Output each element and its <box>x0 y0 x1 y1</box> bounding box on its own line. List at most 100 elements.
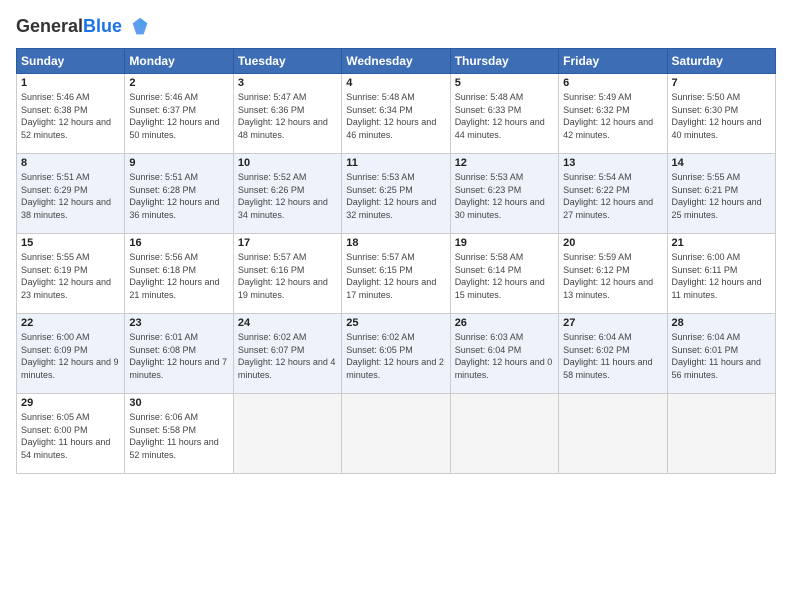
calendar-cell: 2 Sunrise: 5:46 AMSunset: 6:37 PMDayligh… <box>125 74 233 154</box>
day-number: 14 <box>672 157 771 169</box>
day-number: 21 <box>672 237 771 249</box>
day-info: Sunrise: 5:57 AMSunset: 6:15 PMDaylight:… <box>346 252 436 300</box>
calendar-cell: 10 Sunrise: 5:52 AMSunset: 6:26 PMDaylig… <box>233 154 341 234</box>
day-info: Sunrise: 5:50 AMSunset: 6:30 PMDaylight:… <box>672 92 762 140</box>
calendar-cell: 24 Sunrise: 6:02 AMSunset: 6:07 PMDaylig… <box>233 314 341 394</box>
calendar-cell: 26 Sunrise: 6:03 AMSunset: 6:04 PMDaylig… <box>450 314 558 394</box>
day-info: Sunrise: 5:49 AMSunset: 6:32 PMDaylight:… <box>563 92 653 140</box>
day-number: 16 <box>129 237 228 249</box>
calendar-body: 1 Sunrise: 5:46 AMSunset: 6:38 PMDayligh… <box>17 74 776 474</box>
calendar-table: SundayMondayTuesdayWednesdayThursdayFrid… <box>16 48 776 474</box>
day-info: Sunrise: 5:53 AMSunset: 6:25 PMDaylight:… <box>346 172 436 220</box>
calendar-cell: 28 Sunrise: 6:04 AMSunset: 6:01 PMDaylig… <box>667 314 775 394</box>
day-info: Sunrise: 6:02 AMSunset: 6:07 PMDaylight:… <box>238 332 336 380</box>
logo: GeneralBlue <box>16 16 151 38</box>
page-container: GeneralBlue SundayMondayTuesdayWednesday… <box>0 0 792 612</box>
day-number: 11 <box>346 157 445 169</box>
day-info: Sunrise: 6:02 AMSunset: 6:05 PMDaylight:… <box>346 332 444 380</box>
day-info: Sunrise: 5:57 AMSunset: 6:16 PMDaylight:… <box>238 252 328 300</box>
calendar-cell: 6 Sunrise: 5:49 AMSunset: 6:32 PMDayligh… <box>559 74 667 154</box>
day-number: 30 <box>129 397 228 409</box>
logo-general: General <box>16 16 83 36</box>
calendar-cell: 22 Sunrise: 6:00 AMSunset: 6:09 PMDaylig… <box>17 314 125 394</box>
day-info: Sunrise: 5:53 AMSunset: 6:23 PMDaylight:… <box>455 172 545 220</box>
day-info: Sunrise: 6:00 AMSunset: 6:11 PMDaylight:… <box>672 252 762 300</box>
calendar-cell: 9 Sunrise: 5:51 AMSunset: 6:28 PMDayligh… <box>125 154 233 234</box>
day-info: Sunrise: 5:55 AMSunset: 6:19 PMDaylight:… <box>21 252 111 300</box>
day-info: Sunrise: 5:48 AMSunset: 6:33 PMDaylight:… <box>455 92 545 140</box>
day-number: 1 <box>21 77 120 89</box>
calendar-cell: 30 Sunrise: 6:06 AMSunset: 5:58 PMDaylig… <box>125 394 233 474</box>
day-number: 17 <box>238 237 337 249</box>
weekday-sunday: Sunday <box>17 49 125 74</box>
calendar-cell: 7 Sunrise: 5:50 AMSunset: 6:30 PMDayligh… <box>667 74 775 154</box>
day-number: 23 <box>129 317 228 329</box>
calendar-cell: 21 Sunrise: 6:00 AMSunset: 6:11 PMDaylig… <box>667 234 775 314</box>
day-number: 8 <box>21 157 120 169</box>
week-row-1: 1 Sunrise: 5:46 AMSunset: 6:38 PMDayligh… <box>17 74 776 154</box>
day-number: 20 <box>563 237 662 249</box>
calendar-cell: 18 Sunrise: 5:57 AMSunset: 6:15 PMDaylig… <box>342 234 450 314</box>
calendar-cell <box>342 394 450 474</box>
header: GeneralBlue <box>16 16 776 38</box>
week-row-4: 22 Sunrise: 6:00 AMSunset: 6:09 PMDaylig… <box>17 314 776 394</box>
day-info: Sunrise: 5:48 AMSunset: 6:34 PMDaylight:… <box>346 92 436 140</box>
day-number: 9 <box>129 157 228 169</box>
calendar-cell: 23 Sunrise: 6:01 AMSunset: 6:08 PMDaylig… <box>125 314 233 394</box>
day-number: 2 <box>129 77 228 89</box>
day-info: Sunrise: 6:01 AMSunset: 6:08 PMDaylight:… <box>129 332 227 380</box>
week-row-2: 8 Sunrise: 5:51 AMSunset: 6:29 PMDayligh… <box>17 154 776 234</box>
calendar-cell: 11 Sunrise: 5:53 AMSunset: 6:25 PMDaylig… <box>342 154 450 234</box>
week-row-5: 29 Sunrise: 6:05 AMSunset: 6:00 PMDaylig… <box>17 394 776 474</box>
week-row-3: 15 Sunrise: 5:55 AMSunset: 6:19 PMDaylig… <box>17 234 776 314</box>
weekday-header-row: SundayMondayTuesdayWednesdayThursdayFrid… <box>17 49 776 74</box>
calendar-cell: 25 Sunrise: 6:02 AMSunset: 6:05 PMDaylig… <box>342 314 450 394</box>
calendar-cell: 14 Sunrise: 5:55 AMSunset: 6:21 PMDaylig… <box>667 154 775 234</box>
weekday-wednesday: Wednesday <box>342 49 450 74</box>
calendar-cell: 19 Sunrise: 5:58 AMSunset: 6:14 PMDaylig… <box>450 234 558 314</box>
calendar-cell: 3 Sunrise: 5:47 AMSunset: 6:36 PMDayligh… <box>233 74 341 154</box>
calendar-cell: 4 Sunrise: 5:48 AMSunset: 6:34 PMDayligh… <box>342 74 450 154</box>
calendar-cell: 13 Sunrise: 5:54 AMSunset: 6:22 PMDaylig… <box>559 154 667 234</box>
day-number: 18 <box>346 237 445 249</box>
calendar-cell: 1 Sunrise: 5:46 AMSunset: 6:38 PMDayligh… <box>17 74 125 154</box>
day-info: Sunrise: 5:47 AMSunset: 6:36 PMDaylight:… <box>238 92 328 140</box>
logo-blue: Blue <box>83 16 122 36</box>
day-info: Sunrise: 5:59 AMSunset: 6:12 PMDaylight:… <box>563 252 653 300</box>
weekday-saturday: Saturday <box>667 49 775 74</box>
day-info: Sunrise: 6:04 AMSunset: 6:02 PMDaylight:… <box>563 332 652 380</box>
weekday-tuesday: Tuesday <box>233 49 341 74</box>
day-info: Sunrise: 6:05 AMSunset: 6:00 PMDaylight:… <box>21 412 110 460</box>
day-number: 28 <box>672 317 771 329</box>
calendar-cell <box>559 394 667 474</box>
day-info: Sunrise: 6:04 AMSunset: 6:01 PMDaylight:… <box>672 332 761 380</box>
calendar-cell: 12 Sunrise: 5:53 AMSunset: 6:23 PMDaylig… <box>450 154 558 234</box>
calendar-cell <box>233 394 341 474</box>
calendar-cell: 17 Sunrise: 5:57 AMSunset: 6:16 PMDaylig… <box>233 234 341 314</box>
day-number: 12 <box>455 157 554 169</box>
day-info: Sunrise: 5:58 AMSunset: 6:14 PMDaylight:… <box>455 252 545 300</box>
day-number: 13 <box>563 157 662 169</box>
calendar-cell: 29 Sunrise: 6:05 AMSunset: 6:00 PMDaylig… <box>17 394 125 474</box>
day-number: 7 <box>672 77 771 89</box>
day-number: 22 <box>21 317 120 329</box>
weekday-friday: Friday <box>559 49 667 74</box>
day-info: Sunrise: 5:51 AMSunset: 6:29 PMDaylight:… <box>21 172 111 220</box>
day-info: Sunrise: 6:00 AMSunset: 6:09 PMDaylight:… <box>21 332 119 380</box>
day-number: 27 <box>563 317 662 329</box>
day-info: Sunrise: 5:51 AMSunset: 6:28 PMDaylight:… <box>129 172 219 220</box>
day-number: 5 <box>455 77 554 89</box>
calendar-cell: 20 Sunrise: 5:59 AMSunset: 6:12 PMDaylig… <box>559 234 667 314</box>
day-number: 3 <box>238 77 337 89</box>
day-info: Sunrise: 6:03 AMSunset: 6:04 PMDaylight:… <box>455 332 553 380</box>
day-info: Sunrise: 5:54 AMSunset: 6:22 PMDaylight:… <box>563 172 653 220</box>
day-info: Sunrise: 5:55 AMSunset: 6:21 PMDaylight:… <box>672 172 762 220</box>
calendar-cell: 15 Sunrise: 5:55 AMSunset: 6:19 PMDaylig… <box>17 234 125 314</box>
calendar-cell: 8 Sunrise: 5:51 AMSunset: 6:29 PMDayligh… <box>17 154 125 234</box>
day-info: Sunrise: 5:56 AMSunset: 6:18 PMDaylight:… <box>129 252 219 300</box>
day-number: 26 <box>455 317 554 329</box>
calendar-cell: 16 Sunrise: 5:56 AMSunset: 6:18 PMDaylig… <box>125 234 233 314</box>
calendar-cell <box>450 394 558 474</box>
day-info: Sunrise: 5:46 AMSunset: 6:38 PMDaylight:… <box>21 92 111 140</box>
logo-icon <box>129 16 151 38</box>
